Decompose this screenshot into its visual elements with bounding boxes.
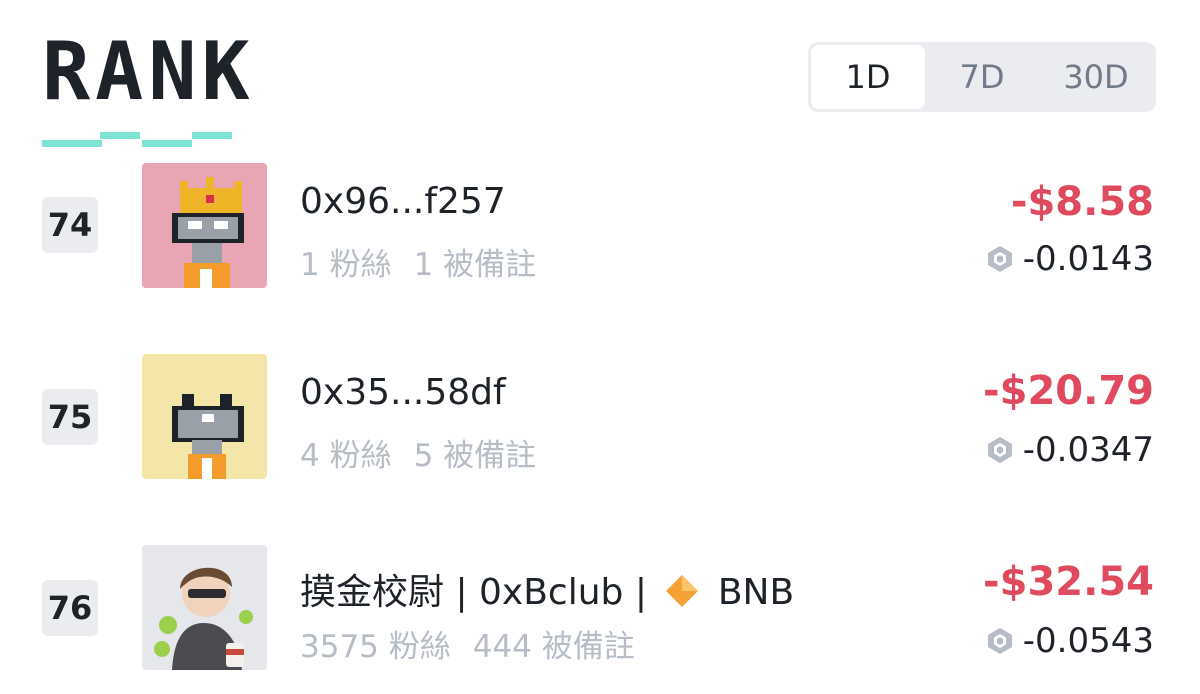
logo-underline bbox=[192, 132, 232, 139]
noted-count: 444 被備註 bbox=[472, 629, 635, 665]
noted-count: 1 被備註 bbox=[413, 247, 537, 283]
rank-badge: 75 bbox=[42, 389, 98, 445]
pnl-bnb-value: -0.0543 bbox=[1022, 621, 1154, 661]
orange-diamond-icon bbox=[666, 575, 699, 607]
pnl-usd: -$32.54 bbox=[983, 559, 1154, 605]
trader-name[interactable]: 0x96...f257 bbox=[300, 181, 506, 222]
period-switch: 1D 7D 30D bbox=[808, 42, 1156, 112]
rank-logo: RANK bbox=[42, 32, 252, 147]
pnl-bnb-value: -0.0143 bbox=[1022, 239, 1154, 279]
bnb-coin-icon bbox=[987, 628, 1012, 654]
avatar[interactable] bbox=[142, 163, 267, 288]
bnb-coin-icon bbox=[987, 437, 1012, 463]
noted-count: 5 被備註 bbox=[413, 438, 537, 474]
followers-count: 3575 粉絲 bbox=[300, 629, 451, 665]
bnb-coin-icon bbox=[987, 246, 1012, 272]
trader-stats: 4 粉絲 5 被備註 bbox=[300, 430, 536, 475]
rank-row[interactable]: 75 0x35...58df 4 粉絲 5 被備註 -$20.79 -0.0347 bbox=[0, 354, 1200, 484]
logo-text: RANK bbox=[42, 25, 255, 118]
followers-count: 4 粉絲 bbox=[300, 438, 392, 474]
rank-badge: 76 bbox=[42, 580, 98, 636]
trader-name[interactable]: 0x35...58df bbox=[300, 372, 506, 413]
pixel-crowned-character-icon bbox=[172, 177, 244, 288]
logo-underline bbox=[100, 132, 140, 139]
tab-7d[interactable]: 7D bbox=[925, 45, 1039, 109]
pixel-character-icon bbox=[172, 394, 244, 479]
trader-stats: 3575 粉絲 444 被備註 bbox=[300, 621, 635, 666]
avatar[interactable] bbox=[142, 354, 267, 479]
trader-stats: 1 粉絲 1 被備註 bbox=[300, 239, 536, 284]
trader-name-part: BNB bbox=[706, 572, 795, 613]
pnl-bnb-wrap: -0.0143 bbox=[985, 239, 1154, 279]
avatar[interactable] bbox=[142, 545, 267, 670]
trader-name[interactable]: 摸金校尉 | 0xBclub | BNB bbox=[300, 563, 794, 615]
tab-30d[interactable]: 30D bbox=[1039, 45, 1153, 109]
pnl-usd: -$20.79 bbox=[983, 368, 1154, 414]
pnl-bnb-wrap: -0.0543 bbox=[985, 621, 1154, 661]
rank-badge: 74 bbox=[42, 197, 98, 253]
rank-row[interactable]: 74 0x96...f257 1 粉絲 1 被備註 -$8.58 -0.0143 bbox=[0, 163, 1200, 293]
pnl-bnb-value: -0.0347 bbox=[1022, 430, 1154, 470]
tab-1d[interactable]: 1D bbox=[811, 45, 925, 109]
pnl-bnb-wrap: -0.0347 bbox=[985, 430, 1154, 470]
logo-underline bbox=[42, 140, 102, 147]
trader-name-part: 摸金校尉 | 0xBclub | bbox=[300, 572, 659, 613]
anime-character-icon bbox=[154, 567, 253, 670]
pnl-usd: -$8.58 bbox=[1010, 179, 1154, 225]
followers-count: 1 粉絲 bbox=[300, 247, 392, 283]
logo-underline bbox=[142, 140, 192, 147]
rank-row[interactable]: 76 摸金校尉 | 0xBclub | BNB 3575 粉絲 444 被備註 -… bbox=[0, 545, 1200, 675]
